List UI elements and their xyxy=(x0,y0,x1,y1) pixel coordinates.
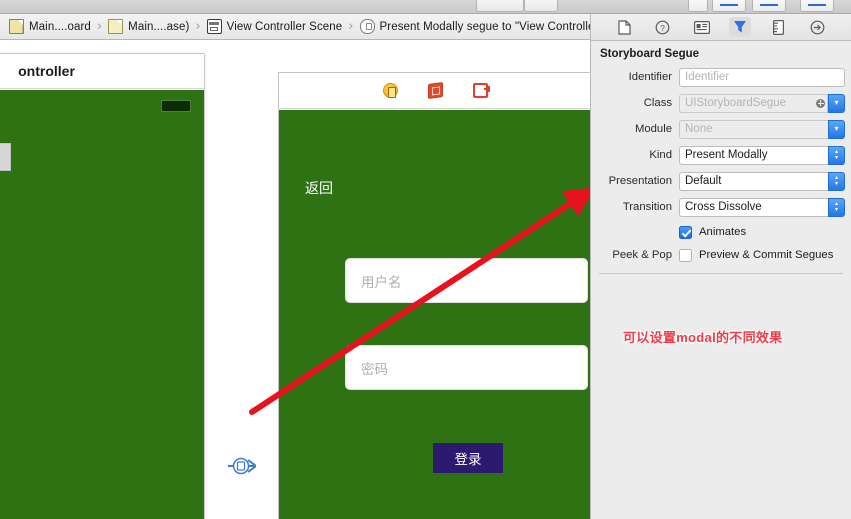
destination-view-controller-scene[interactable]: 返回 用户名 密码 登录 xyxy=(278,72,590,519)
attributes-inspector-tab[interactable] xyxy=(729,17,752,37)
utilities-inspector-panel: ? Storyboard Segue Identifier Identifier… xyxy=(590,14,851,519)
storyboard-canvas[interactable]: ontroller 返回 用户名 密码 登录 xyxy=(0,40,590,519)
row-transition: Transition Cross Dissolve ▴ ▾ xyxy=(591,196,851,218)
row-module: Module None ▾ xyxy=(591,118,851,140)
breadcrumb-label-0: Main....oard xyxy=(29,20,91,33)
row-class: Class UIStoryboardSegue ▾ xyxy=(591,92,851,114)
breadcrumb-separator-0: › xyxy=(96,19,103,34)
storyboard-base-file-icon xyxy=(108,19,124,34)
kind-value[interactable]: Present Modally xyxy=(679,145,828,165)
breadcrumb-label-3: Present Modally segue to "View Controlle… xyxy=(379,20,603,33)
view-segment-1[interactable] xyxy=(800,0,834,12)
source-scene-body xyxy=(0,90,204,519)
scene-icon xyxy=(206,19,222,34)
row-identifier: Identifier Identifier xyxy=(591,66,851,88)
storyboard-file-icon xyxy=(9,19,24,34)
label-transition: Transition xyxy=(622,201,672,213)
breadcrumb-item-0[interactable]: Main....oard xyxy=(8,14,92,40)
label-identifier: Identifier xyxy=(628,71,672,83)
class-plus-icon[interactable] xyxy=(814,93,828,113)
label-module: Module xyxy=(634,123,672,135)
inspector-divider xyxy=(599,273,843,274)
row-kind: Kind Present Modally ▴ ▾ xyxy=(591,144,851,166)
module-dropdown-button[interactable]: ▾ xyxy=(828,119,845,139)
quick-help-inspector-tab[interactable]: ? xyxy=(652,17,674,37)
segue-icon xyxy=(359,19,375,34)
transition-value[interactable]: Cross Dissolve xyxy=(679,197,828,217)
class-dropdown-button[interactable]: ▾ xyxy=(828,93,845,113)
toolbar-segment-right[interactable] xyxy=(524,0,558,12)
source-view-controller-scene[interactable]: ontroller xyxy=(0,53,205,519)
breadcrumb-separator-2: › xyxy=(348,19,354,34)
identifier-input[interactable]: Identifier xyxy=(679,67,845,87)
breadcrumb-item-1[interactable]: Main....ase) xyxy=(107,14,190,40)
label-presentation: Presentation xyxy=(608,175,672,187)
editor-segment-1[interactable] xyxy=(712,0,746,12)
breadcrumb-item-3[interactable]: Present Modally segue to "View Controlle… xyxy=(359,14,604,40)
row-peek-and-pop: Peek & Pop Preview & Commit Segues xyxy=(591,245,851,265)
label-class: Class xyxy=(643,97,672,109)
animates-label: Animates xyxy=(699,226,747,238)
view-controller-dock-icon[interactable] xyxy=(382,83,398,98)
login-button[interactable]: 登录 xyxy=(433,443,503,473)
kind-stepper-button[interactable]: ▴ ▾ xyxy=(828,145,845,165)
source-scene-pill xyxy=(161,100,191,112)
exit-dock-icon[interactable] xyxy=(472,83,490,98)
annotation-note: 可以设置modal的不同效果 xyxy=(623,330,783,345)
scene-canvas-body: 返回 用户名 密码 登录 xyxy=(279,110,590,519)
inspector-tab-bar: ? xyxy=(591,14,851,41)
breadcrumb-label-1: Main....ase) xyxy=(128,20,190,33)
canvas-left-edge-tab[interactable] xyxy=(0,143,11,171)
presentation-value[interactable]: Default xyxy=(679,171,828,191)
label-peek-and-pop: Peek & Pop xyxy=(612,249,672,261)
transition-stepper-button[interactable]: ▴ ▾ xyxy=(828,197,845,217)
modal-segue-badge[interactable] xyxy=(228,452,256,480)
connections-inspector-tab[interactable] xyxy=(807,17,829,37)
kind-popup[interactable]: Present Modally ▴ ▾ xyxy=(679,145,845,165)
row-animates: Animates xyxy=(591,222,851,242)
xcode-storyboard-window: Main....oard › Main....ase) › View Contr… xyxy=(0,0,851,519)
row-presentation: Presentation Default ▴ ▾ xyxy=(591,170,851,192)
class-input[interactable]: UIStoryboardSegue xyxy=(679,93,814,113)
source-scene-title: ontroller xyxy=(0,54,204,89)
module-combo[interactable]: None ▾ xyxy=(679,119,845,139)
transition-popup[interactable]: Cross Dissolve ▴ ▾ xyxy=(679,197,845,217)
scene-dock xyxy=(279,73,590,109)
first-responder-dock-icon[interactable] xyxy=(427,81,443,100)
size-inspector-tab[interactable] xyxy=(768,17,790,37)
file-inspector-tab[interactable] xyxy=(613,17,635,37)
breadcrumb-separator-1: › xyxy=(195,19,201,34)
editor-segment-2[interactable] xyxy=(752,0,786,12)
animates-checkbox[interactable] xyxy=(679,225,692,239)
class-combo[interactable]: UIStoryboardSegue ▾ xyxy=(679,93,845,113)
toolbar-extra-button[interactable] xyxy=(688,0,708,12)
password-field[interactable]: 密码 xyxy=(345,345,588,390)
breadcrumb-label-2: View Controller Scene xyxy=(226,20,343,33)
preview-commit-segues-checkbox[interactable] xyxy=(679,248,692,262)
presentation-popup[interactable]: Default ▴ ▾ xyxy=(679,171,845,191)
username-field[interactable]: 用户名 xyxy=(345,258,588,303)
label-kind: Kind xyxy=(649,149,672,161)
inspector-section-title: Storyboard Segue xyxy=(600,48,700,60)
window-toolbar-strip xyxy=(0,0,851,14)
presentation-stepper-button[interactable]: ▴ ▾ xyxy=(828,171,845,191)
svg-text:?: ? xyxy=(661,23,666,33)
identity-inspector-tab[interactable] xyxy=(691,17,713,37)
back-label[interactable]: 返回 xyxy=(305,178,333,198)
module-input[interactable]: None xyxy=(679,119,828,139)
preview-commit-segues-label: Preview & Commit Segues xyxy=(699,249,834,261)
breadcrumb-item-2[interactable]: View Controller Scene xyxy=(206,14,344,40)
toolbar-segment-left[interactable] xyxy=(476,0,524,12)
